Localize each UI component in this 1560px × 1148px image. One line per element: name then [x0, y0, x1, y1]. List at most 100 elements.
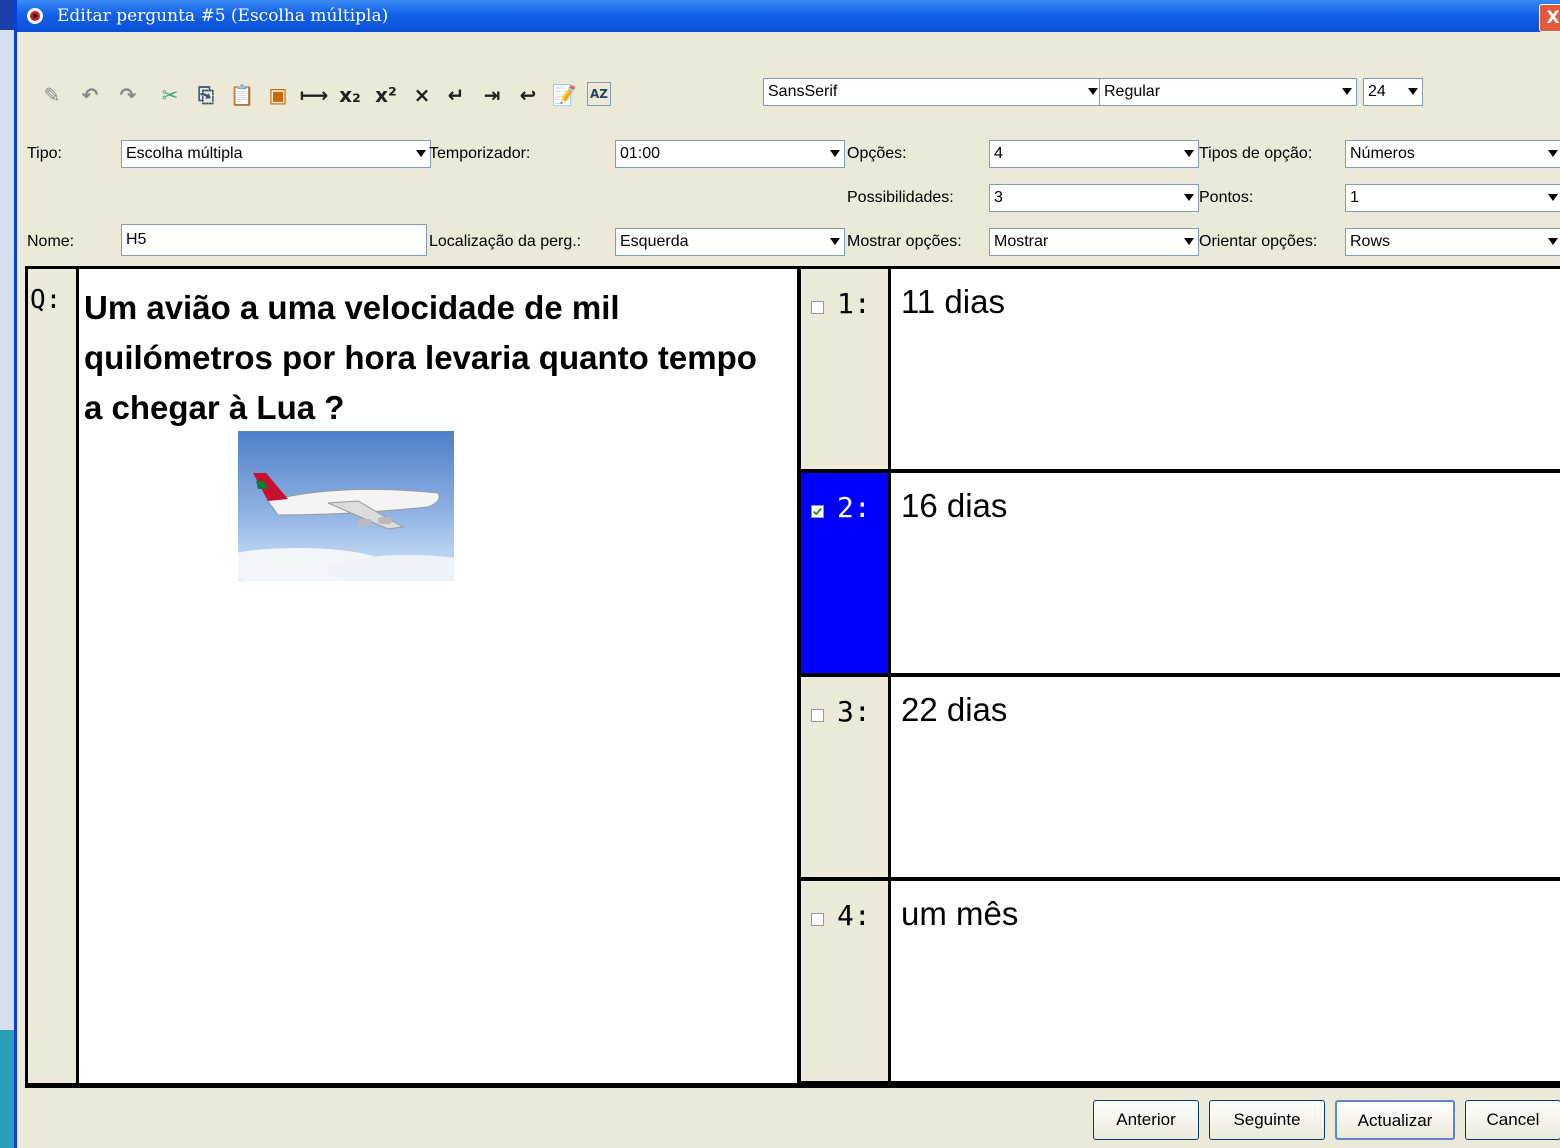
- option-text[interactable]: 16 dias: [901, 487, 1007, 525]
- mostrar-label: Mostrar opções:: [847, 233, 962, 250]
- orientar-label: Orientar opções:: [1199, 233, 1318, 250]
- formatting-toolbar: ✎ ↶ ↷ ✂ ⎘ 📋 ▣ ⟼ x₂ x² × ↵ ⇥ ↩ 📝 AZ SansS…: [17, 78, 1560, 118]
- chevron-down-icon: [1184, 238, 1194, 245]
- title-bar[interactable]: Editar pergunta #5 (Escolha múltipla) X: [17, 0, 1560, 32]
- paste-icon[interactable]: 📋: [229, 82, 255, 108]
- option-row-4[interactable]: 4: um mês: [801, 881, 1560, 1081]
- opcoes-select[interactable]: 4: [989, 140, 1199, 168]
- app-icon: [27, 8, 43, 24]
- chevron-down-icon: [1088, 88, 1098, 95]
- opcoes-label: Opções:: [847, 145, 907, 162]
- tipo-label: Tipo:: [27, 145, 62, 162]
- insert-row-icon[interactable]: ↵: [443, 82, 469, 108]
- next-button[interactable]: Seguinte: [1209, 1100, 1325, 1140]
- cancel-button[interactable]: Cancel: [1465, 1100, 1560, 1140]
- option-text[interactable]: 22 dias: [901, 691, 1007, 729]
- question-label: Q:: [30, 285, 62, 315]
- orientar-select[interactable]: Rows: [1345, 228, 1560, 256]
- possibilidades-value: 3: [994, 189, 1003, 206]
- opcoes-value: 4: [994, 145, 1003, 162]
- option-checkbox[interactable]: [811, 301, 824, 314]
- question-editor: Q: Um avião a uma velocidade de mil quil…: [25, 266, 1560, 1088]
- option-row-2[interactable]: 2: 16 dias: [801, 473, 1560, 673]
- possibilidades-select[interactable]: 3: [989, 184, 1199, 212]
- close-button[interactable]: X: [1539, 4, 1560, 32]
- copy-icon[interactable]: ⎘: [193, 82, 219, 108]
- chevron-down-icon: [1408, 88, 1418, 95]
- temporizador-select[interactable]: 01:00: [615, 140, 845, 168]
- localizacao-label: Localização da perg.:: [429, 233, 582, 250]
- undo-icon[interactable]: ↶: [77, 82, 103, 108]
- orientar-value: Rows: [1350, 233, 1391, 250]
- sort-icon[interactable]: AZ: [587, 82, 611, 106]
- clear-format-icon[interactable]: ×: [409, 82, 435, 108]
- window-title: Editar pergunta #5 (Escolha múltipla): [57, 6, 389, 26]
- mostrar-select[interactable]: Mostrar: [989, 228, 1199, 256]
- font-size-select[interactable]: 24: [1363, 78, 1423, 106]
- superscript-icon[interactable]: x²: [373, 82, 399, 108]
- chevron-down-icon: [1342, 88, 1352, 95]
- checkmark-icon[interactable]: [811, 505, 824, 518]
- tipos-opcao-select[interactable]: Números: [1345, 140, 1560, 168]
- question-gutter: Q:: [28, 269, 79, 1083]
- option-text[interactable]: um mês: [901, 895, 1018, 933]
- option-gutter: 1:: [801, 269, 891, 469]
- airplane-image[interactable]: [238, 431, 454, 581]
- edit-icon[interactable]: ✎: [39, 82, 65, 108]
- localizacao-value: Esquerda: [620, 233, 689, 250]
- option-checkbox[interactable]: [811, 709, 824, 722]
- option-checkbox[interactable]: [811, 913, 824, 926]
- chevron-down-icon: [1548, 238, 1558, 245]
- option-row-3[interactable]: 3: 22 dias: [801, 677, 1560, 877]
- options-panel: 1: 11 dias 2: 16 dias 3: 22 dias 4: um m…: [801, 269, 1560, 1083]
- line-icon[interactable]: ⟼: [300, 82, 329, 108]
- pontos-value: 1: [1350, 189, 1359, 206]
- nome-label: Nome:: [27, 233, 75, 250]
- update-button[interactable]: Actualizar: [1335, 1100, 1455, 1140]
- tipo-select[interactable]: Escolha múltipla: [121, 140, 431, 168]
- chevron-down-icon: [1548, 150, 1558, 157]
- notes-icon[interactable]: 📝: [551, 82, 577, 108]
- possibilidades-label: Possibilidades:: [847, 189, 954, 206]
- font-style-select[interactable]: Regular: [1099, 78, 1357, 106]
- previous-button[interactable]: Anterior: [1093, 1100, 1199, 1140]
- option-row-1[interactable]: 1: 11 dias: [801, 269, 1560, 469]
- font-family-value: SansSerif: [768, 83, 838, 100]
- option-number: 1:: [837, 287, 871, 320]
- subscript-icon[interactable]: x₂: [337, 82, 363, 108]
- temporizador-label: Temporizador:: [429, 145, 531, 162]
- dialog-buttons: Anterior Seguinte Actualizar Cancel: [17, 1092, 1560, 1148]
- option-gutter: 3:: [801, 677, 891, 877]
- tipo-value: Escolha múltipla: [126, 145, 243, 162]
- option-number: 4:: [837, 899, 871, 932]
- mostrar-value: Mostrar: [994, 233, 1049, 250]
- chevron-down-icon: [1184, 150, 1194, 157]
- chevron-down-icon: [830, 150, 840, 157]
- localizacao-select[interactable]: Esquerda: [615, 228, 845, 256]
- option-number: 3:: [837, 695, 871, 728]
- edit-question-dialog: Editar pergunta #5 (Escolha múltipla) X …: [14, 0, 1560, 1148]
- option-number: 2:: [837, 491, 871, 524]
- cut-icon[interactable]: ✂: [157, 82, 183, 108]
- option-gutter: 2:: [801, 473, 891, 673]
- pontos-select[interactable]: 1: [1345, 184, 1560, 212]
- nome-input[interactable]: H5: [121, 224, 427, 256]
- option-text[interactable]: 11 dias: [901, 283, 1005, 321]
- chevron-down-icon: [830, 238, 840, 245]
- question-text[interactable]: Um avião a uma velocidade de mil quilóme…: [84, 283, 784, 433]
- enter-icon[interactable]: ↩: [515, 82, 541, 108]
- chevron-down-icon: [1184, 194, 1194, 201]
- chevron-down-icon: [1548, 194, 1558, 201]
- tipos-opcao-value: Números: [1350, 145, 1415, 162]
- tipos-opcao-label: Tipos de opção:: [1199, 145, 1313, 162]
- chevron-down-icon: [416, 150, 426, 157]
- temporizador-value: 01:00: [620, 145, 661, 162]
- font-family-select[interactable]: SansSerif: [763, 78, 1103, 106]
- redo-icon[interactable]: ↷: [115, 82, 141, 108]
- font-size-value: 24: [1368, 83, 1386, 100]
- tab-icon[interactable]: ⇥: [479, 82, 505, 108]
- question-panel[interactable]: Q: Um avião a uma velocidade de mil quil…: [28, 269, 797, 1083]
- pontos-label: Pontos:: [1199, 189, 1254, 206]
- image-icon[interactable]: ▣: [265, 82, 291, 108]
- option-gutter: 4:: [801, 881, 891, 1081]
